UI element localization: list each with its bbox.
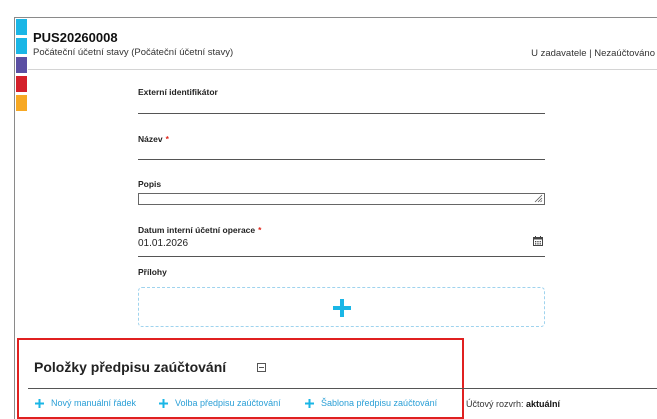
window-border-top — [14, 17, 657, 18]
plus-icon — [159, 398, 168, 408]
date-label-row: Datum interní účetní operace * — [138, 225, 545, 235]
external-id-input[interactable] — [138, 101, 545, 113]
section-divider — [28, 388, 657, 389]
name-required-mark: * — [165, 134, 169, 144]
collapse-icon[interactable] — [257, 363, 266, 372]
plus-icon — [305, 398, 314, 408]
account-chart-label: Účtový rozvrh: — [466, 399, 524, 409]
document-header: PUS20260008 Počáteční účetní stavy (Počá… — [33, 30, 657, 59]
select-posting-rule-label: Volba předpisu zaúčtování — [175, 398, 281, 408]
date-required-mark: * — [258, 225, 262, 235]
header-divider — [28, 69, 657, 70]
plus-icon — [35, 398, 44, 408]
resize-grip-icon[interactable] — [534, 194, 543, 203]
stripe-5 — [16, 95, 27, 111]
attachments-label-wrap: Přílohy — [138, 267, 545, 277]
calendar-icon[interactable] — [533, 236, 543, 246]
account-chart-value: aktuální — [526, 399, 561, 409]
select-posting-rule-button[interactable]: Volba předpisu zaúčtování — [159, 398, 281, 408]
external-id-underline — [138, 113, 545, 114]
document-id: PUS20260008 — [33, 30, 118, 45]
posting-template-label: Šablona předpisu zaúčtování — [321, 398, 438, 408]
name-label-row: Název * — [138, 134, 545, 144]
description-textarea[interactable] — [138, 193, 545, 205]
window-border-left — [14, 17, 15, 419]
plus-icon[interactable] — [333, 299, 351, 317]
posting-template-button[interactable]: Šablona předpisu zaúčtování — [305, 398, 437, 408]
section-title: Položky předpisu zaúčtování — [34, 359, 227, 375]
stripe-3 — [16, 57, 27, 73]
account-chart-info: Účtový rozvrh: aktuální — [466, 399, 560, 409]
attachments-label: Přílohy — [138, 267, 167, 277]
attachments-dropzone[interactable] — [138, 287, 545, 327]
stripe-1 — [16, 19, 27, 35]
document-status: U zadavatele | Nezaúčtováno — [531, 48, 655, 59]
name-underline — [138, 159, 545, 160]
name-field[interactable]: Název * — [138, 134, 545, 160]
color-stripes — [16, 19, 27, 114]
description-label: Popis — [138, 179, 162, 189]
stripe-2 — [16, 38, 27, 54]
description-field[interactable]: Popis — [138, 179, 545, 205]
date-underline — [138, 256, 545, 257]
add-manual-row-label: Nový manuální řádek — [51, 398, 137, 408]
external-id-label: Externí identifikátor — [138, 87, 218, 97]
date-field[interactable]: Datum interní účetní operace * 01.01.2026 — [138, 225, 545, 257]
date-label: Datum interní účetní operace — [138, 225, 256, 235]
date-input[interactable]: 01.01.2026 — [138, 238, 545, 249]
name-label: Název — [138, 134, 163, 144]
stripe-4 — [16, 76, 27, 92]
add-manual-row-button[interactable]: Nový manuální řádek — [35, 398, 136, 408]
external-id-field[interactable]: Externí identifikátor — [138, 87, 545, 114]
